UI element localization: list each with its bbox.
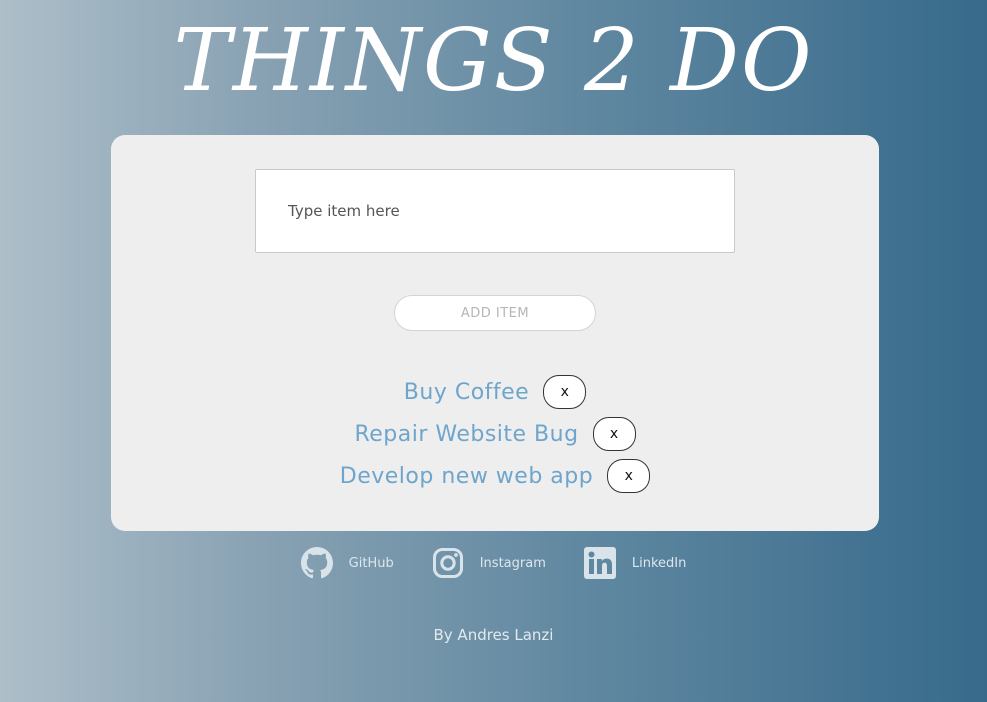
delete-item-button[interactable]: x <box>543 375 587 409</box>
add-item-button[interactable]: ADD ITEM <box>394 295 596 331</box>
delete-item-button[interactable]: x <box>592 417 636 451</box>
delete-item-button[interactable]: x <box>607 459 651 493</box>
todo-item-text[interactable]: Repair Website Bug <box>354 422 578 447</box>
linkedin-link[interactable]: LinkedIn <box>583 547 687 579</box>
linkedin-link-label: LinkedIn <box>631 555 687 571</box>
social-links: GitHub Instagram LinkedIn <box>0 545 987 581</box>
todo-card: ADD ITEM Buy Coffee x Repair Website Bug… <box>111 135 879 531</box>
todo-item: Develop new web app x <box>111 455 879 497</box>
app-title: THINGS 2 DO <box>173 11 814 111</box>
github-link[interactable]: GitHub <box>300 547 394 579</box>
linkedin-icon <box>583 547 616 579</box>
todo-list: Buy Coffee x Repair Website Bug x Develo… <box>111 371 879 497</box>
instagram-link-label: Instagram <box>479 555 546 571</box>
author-credit: By Andres Lanzi <box>433 626 554 644</box>
new-item-input[interactable] <box>255 169 735 253</box>
todo-item-text[interactable]: Develop new web app <box>340 464 593 489</box>
instagram-icon <box>432 547 464 579</box>
todo-item-text[interactable]: Buy Coffee <box>404 380 529 405</box>
instagram-link[interactable]: Instagram <box>432 547 546 579</box>
github-icon <box>300 547 333 579</box>
github-link-label: GitHub <box>348 555 394 571</box>
todo-item: Repair Website Bug x <box>111 413 879 455</box>
todo-item: Buy Coffee x <box>111 371 879 413</box>
